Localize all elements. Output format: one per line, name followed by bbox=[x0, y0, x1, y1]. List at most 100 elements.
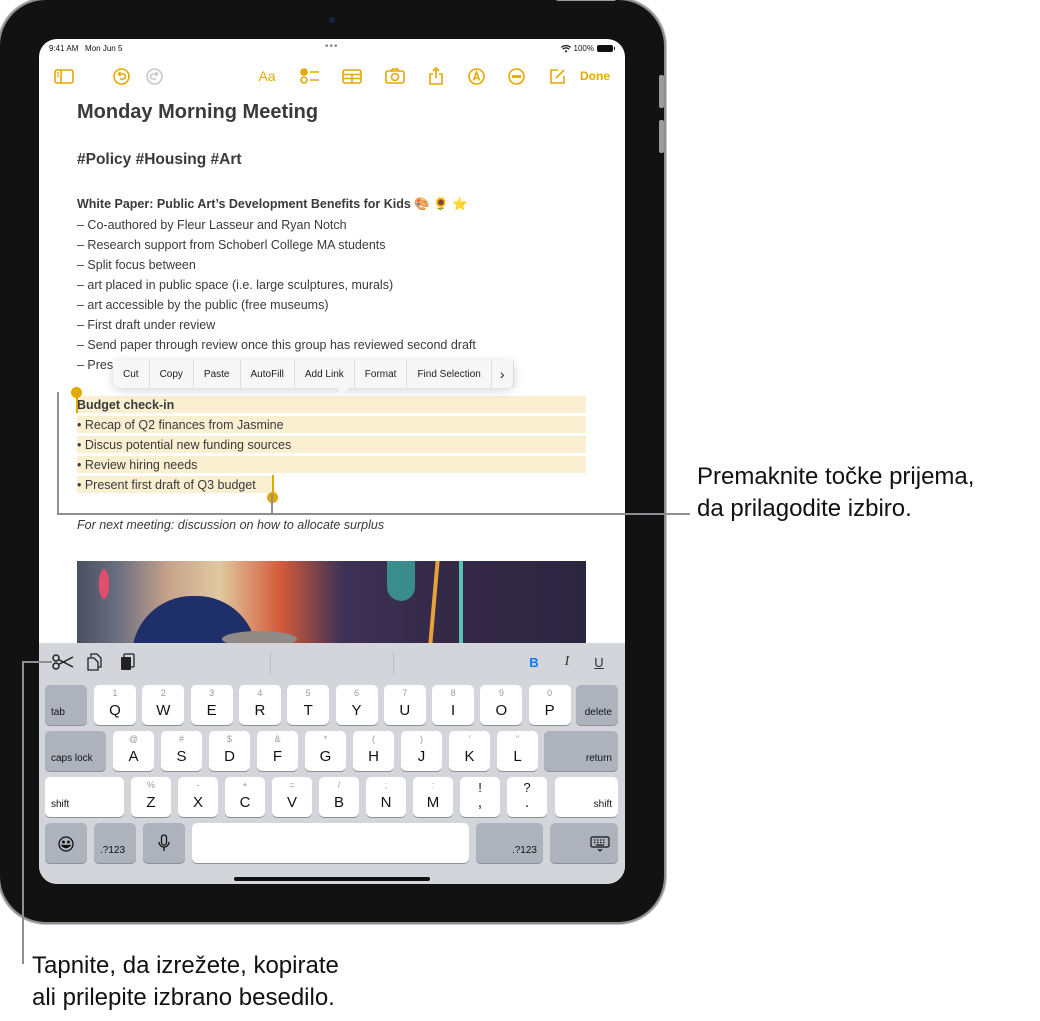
menu-cut[interactable]: Cut bbox=[113, 360, 150, 388]
image-attachment[interactable] bbox=[77, 561, 586, 643]
copy-icon[interactable] bbox=[85, 651, 105, 673]
bold-button[interactable]: B bbox=[526, 651, 542, 673]
emoji-icon bbox=[45, 836, 87, 857]
selected-heading[interactable]: Budget check-in bbox=[77, 398, 174, 412]
selected-list-item[interactable]: • Recap of Q2 finances from Jasmine bbox=[77, 418, 284, 432]
key-alt-label: 7 bbox=[402, 688, 408, 698]
menu-format[interactable]: Format bbox=[355, 360, 408, 388]
compose-icon[interactable] bbox=[547, 63, 567, 89]
space-bar[interactable] bbox=[192, 823, 469, 863]
done-button[interactable]: Done bbox=[577, 63, 613, 89]
shift-right-key[interactable]: shift bbox=[555, 777, 618, 817]
key-comma[interactable]: !, bbox=[460, 777, 500, 817]
key-z[interactable]: % Z bbox=[131, 777, 171, 817]
list-item[interactable]: – First draft under review bbox=[77, 318, 215, 332]
key-y[interactable]: 6Y bbox=[335, 685, 378, 725]
more-icon[interactable] bbox=[506, 63, 526, 89]
numbers-key-right[interactable]: .?123 bbox=[476, 823, 543, 863]
key-j[interactable]: ) J bbox=[401, 731, 442, 771]
key-c[interactable]: + C bbox=[225, 777, 265, 817]
undo-icon[interactable] bbox=[111, 63, 131, 89]
scissors-icon[interactable] bbox=[51, 651, 75, 673]
menu-add-link[interactable]: Add Link bbox=[295, 360, 355, 388]
markup-icon[interactable] bbox=[466, 63, 486, 89]
key-u[interactable]: 7U bbox=[383, 685, 426, 725]
italic-button[interactable]: I bbox=[559, 651, 575, 673]
key-label: K bbox=[464, 748, 475, 765]
key-alt-label: ( bbox=[372, 734, 375, 744]
section-heading[interactable]: White Paper: Public Art’s Development Be… bbox=[77, 197, 468, 212]
key-k[interactable]: ’ K bbox=[449, 731, 490, 771]
redo-icon[interactable] bbox=[144, 63, 164, 89]
key-e[interactable]: 3E bbox=[190, 685, 233, 725]
list-item[interactable]: – art placed in public space (i.e. large… bbox=[77, 278, 393, 292]
table-icon[interactable] bbox=[341, 63, 363, 89]
key-m[interactable]: :M bbox=[413, 777, 453, 817]
footer-note-line[interactable]: For next meeting: discussion on how to a… bbox=[77, 518, 384, 532]
key-label: M bbox=[426, 794, 440, 811]
key-p[interactable]: 0P bbox=[528, 685, 571, 725]
keyboard-dismiss-key[interactable] bbox=[550, 823, 618, 863]
key-r[interactable]: 4R bbox=[238, 685, 281, 725]
selected-list-item[interactable]: • Review hiring needs bbox=[77, 458, 197, 472]
key-alt-label: 6 bbox=[353, 688, 359, 698]
sidebar-icon[interactable] bbox=[53, 63, 75, 89]
key-o[interactable]: 9O bbox=[480, 685, 523, 725]
tab-key[interactable]: tab bbox=[45, 685, 87, 725]
selected-list-item[interactable]: • Discus potential new funding sources bbox=[77, 438, 291, 452]
key-alt-label: $ bbox=[226, 734, 232, 744]
dictation-key[interactable] bbox=[143, 823, 185, 863]
list-item[interactable]: – Send paper through review once this gr… bbox=[77, 338, 476, 352]
menu-paste[interactable]: Paste bbox=[194, 360, 241, 388]
menu-copy[interactable]: Copy bbox=[150, 360, 194, 388]
caps-lock-key[interactable]: caps lock bbox=[45, 731, 106, 771]
key-l[interactable]: " L bbox=[497, 731, 538, 771]
multitasking-dots[interactable]: ••• bbox=[325, 41, 339, 52]
notes-toolbar: Aa Done bbox=[39, 63, 625, 89]
key-v[interactable]: = V bbox=[272, 777, 312, 817]
camera-icon[interactable] bbox=[384, 63, 406, 89]
share-icon[interactable] bbox=[426, 63, 446, 89]
key-label: G bbox=[319, 748, 332, 765]
list-item[interactable]: – Co-authored by Fleur Lasseur and Ryan … bbox=[77, 218, 347, 232]
shift-left-key[interactable]: shift bbox=[45, 777, 124, 817]
list-item[interactable]: – Research support from Schoberl College… bbox=[77, 238, 386, 252]
paste-icon[interactable] bbox=[118, 651, 138, 673]
key-period[interactable]: ?. bbox=[507, 777, 547, 817]
return-key[interactable]: return bbox=[544, 731, 618, 771]
list-item[interactable]: – Pres bbox=[77, 358, 113, 372]
delete-key[interactable]: delete bbox=[576, 685, 618, 725]
key-a[interactable]: @ A bbox=[113, 731, 154, 771]
key-x[interactable]: -X bbox=[178, 777, 218, 817]
key-h[interactable]: (H bbox=[353, 731, 394, 771]
menu-find-selection[interactable]: Find Selection bbox=[407, 360, 492, 388]
key-w[interactable]: 2W bbox=[142, 685, 185, 725]
key-d[interactable]: $ D bbox=[209, 731, 250, 771]
selection-start-handle[interactable] bbox=[71, 387, 82, 398]
text-format-icon[interactable]: Aa bbox=[255, 63, 279, 89]
key-label: U bbox=[399, 702, 411, 719]
numbers-key-left[interactable]: .?123 bbox=[94, 823, 136, 863]
checklist-icon[interactable] bbox=[299, 63, 321, 89]
key-i[interactable]: 8I bbox=[432, 685, 475, 725]
key-label: T bbox=[303, 702, 313, 719]
key-label: shift bbox=[51, 799, 70, 810]
underline-button[interactable]: U bbox=[591, 651, 607, 673]
key-label: C bbox=[239, 794, 251, 811]
menu-more-chevron-icon[interactable]: › bbox=[492, 360, 514, 388]
key-f[interactable]: & F bbox=[257, 731, 298, 771]
key-g[interactable]: * G bbox=[305, 731, 346, 771]
home-indicator[interactable] bbox=[234, 877, 430, 881]
emoji-key[interactable] bbox=[45, 823, 87, 863]
key-b[interactable]: / B bbox=[319, 777, 359, 817]
selected-list-item[interactable]: • Present first draft of Q3 budget bbox=[77, 478, 256, 492]
key-q[interactable]: 1Q bbox=[94, 685, 136, 725]
list-item[interactable]: – Split focus between bbox=[77, 258, 196, 272]
note-title[interactable]: Monday Morning Meeting bbox=[77, 101, 318, 124]
key-t[interactable]: 5T bbox=[287, 685, 330, 725]
key-s[interactable]: # S bbox=[161, 731, 202, 771]
note-tags[interactable]: #Policy #Housing #Art bbox=[77, 151, 242, 169]
list-item[interactable]: – art accessible by the public (free mus… bbox=[77, 298, 329, 312]
key-n[interactable]: ; N bbox=[366, 777, 406, 817]
menu-autofill[interactable]: AutoFill bbox=[241, 360, 295, 388]
